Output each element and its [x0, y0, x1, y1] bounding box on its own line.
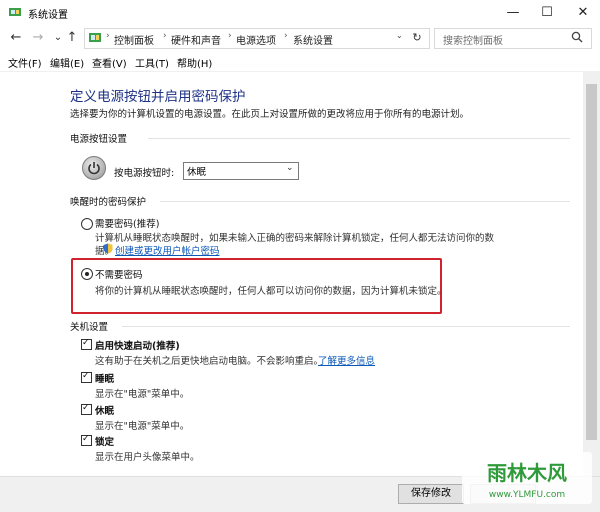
- breadcrumb-item[interactable]: 硬件和声音: [171, 32, 221, 47]
- section-divider: [160, 201, 570, 202]
- section-title-power-button: 电源按钮设置: [70, 134, 128, 145]
- option-title-require-password: 需要密码(推荐): [95, 219, 160, 230]
- control-panel-icon: [89, 33, 101, 42]
- save-button[interactable]: 保存修改: [398, 484, 464, 504]
- section-divider: [122, 326, 570, 327]
- address-dropdown-button[interactable]: ⌄: [396, 31, 403, 40]
- breadcrumb-item[interactable]: 电源选项: [236, 32, 276, 47]
- check-icon: ✓: [82, 434, 90, 444]
- breadcrumb-separator: ›: [228, 31, 232, 41]
- check-icon: ✓: [82, 371, 90, 381]
- page-title: 定义电源按钮并启用密码保护: [70, 89, 246, 105]
- breadcrumb-item[interactable]: 系统设置: [293, 32, 333, 47]
- up-button[interactable]: ↑: [64, 29, 80, 47]
- menu-tools[interactable]: 工具(T): [135, 55, 169, 70]
- refresh-button[interactable]: ↻: [409, 29, 425, 46]
- chevron-down-icon: ⌄: [286, 163, 294, 173]
- forward-button[interactable]: →: [30, 29, 46, 47]
- sleep-desc: 显示在"电源"菜单中。: [95, 389, 190, 400]
- fast-startup-desc: 这有助于在关机之后更快地启动电脑。不会影响重启。: [95, 356, 324, 367]
- option-desc-require-password: 计算机从睡眠状态唤醒时，如果未输入正确的密码来解除计算机锁定，任何人都无法访问你…: [95, 233, 495, 244]
- watermark-logo: 雨林木风 www.YLMFU.com: [462, 452, 592, 504]
- radio-selected-dot: [85, 272, 89, 276]
- sleep-title: 睡眠: [95, 374, 115, 385]
- breadcrumb-item[interactable]: 控制面板: [114, 32, 154, 47]
- watermark-text: 雨林木风: [487, 461, 567, 485]
- back-button[interactable]: ←: [8, 29, 24, 47]
- menu-help[interactable]: 帮助(H): [177, 55, 212, 70]
- power-symbol-icon: [88, 162, 100, 175]
- section-divider: [148, 138, 570, 139]
- hibernate-desc: 显示在"电源"菜单中。: [95, 421, 190, 432]
- menu-edit[interactable]: 编辑(E): [50, 55, 84, 70]
- menu-file[interactable]: 文件(F): [8, 55, 42, 70]
- search-placeholder: 搜索控制面板: [443, 36, 503, 47]
- radio-require-password[interactable]: [81, 218, 93, 230]
- lock-title: 锁定: [95, 437, 115, 448]
- breadcrumb-separator: ›: [163, 31, 167, 41]
- option-title-no-password: 不需要密码: [95, 270, 143, 281]
- fast-startup-title: 启用快速启动(推荐): [95, 341, 180, 352]
- breadcrumb-separator: ›: [106, 31, 110, 41]
- close-button[interactable]: ✕: [566, 0, 600, 25]
- check-icon: ✓: [82, 338, 90, 348]
- uac-shield-icon: [103, 243, 113, 254]
- minimize-button[interactable]: —: [496, 0, 530, 25]
- page-description: 选择要为你的计算机设置的电源设置。在此页上对设置所做的更改将应用于你所有的电源计…: [70, 109, 470, 120]
- lock-desc: 显示在用户头像菜单中。: [95, 452, 200, 463]
- search-icon[interactable]: [571, 31, 583, 43]
- create-password-link[interactable]: 创建或更改用户帐户密码: [115, 243, 220, 257]
- power-button-action-value: 休眠: [187, 167, 207, 178]
- section-title-wake-password: 唤醒时的密码保护: [70, 197, 147, 208]
- learn-more-link[interactable]: 了解更多信息: [318, 353, 375, 367]
- scrollbar-thumb[interactable]: [586, 84, 597, 440]
- window-title: 系统设置: [28, 10, 68, 21]
- section-title-shutdown: 关机设置: [70, 322, 109, 333]
- check-icon: ✓: [82, 403, 90, 413]
- divider: [0, 71, 600, 72]
- hibernate-title: 休眠: [95, 406, 115, 417]
- option-desc-no-password: 将你的计算机从睡眠状态唤醒时，任何人都可以访问你的数据，因为计算机未锁定。: [95, 286, 447, 297]
- power-button-label: 按电源按钮时:: [114, 168, 175, 179]
- watermark-url: www.YLMFU.com: [489, 490, 565, 500]
- breadcrumb-separator: ›: [284, 31, 288, 41]
- menu-view[interactable]: 查看(V): [92, 55, 127, 70]
- maximize-button[interactable]: ☐: [530, 0, 564, 25]
- control-panel-icon: [9, 8, 21, 16]
